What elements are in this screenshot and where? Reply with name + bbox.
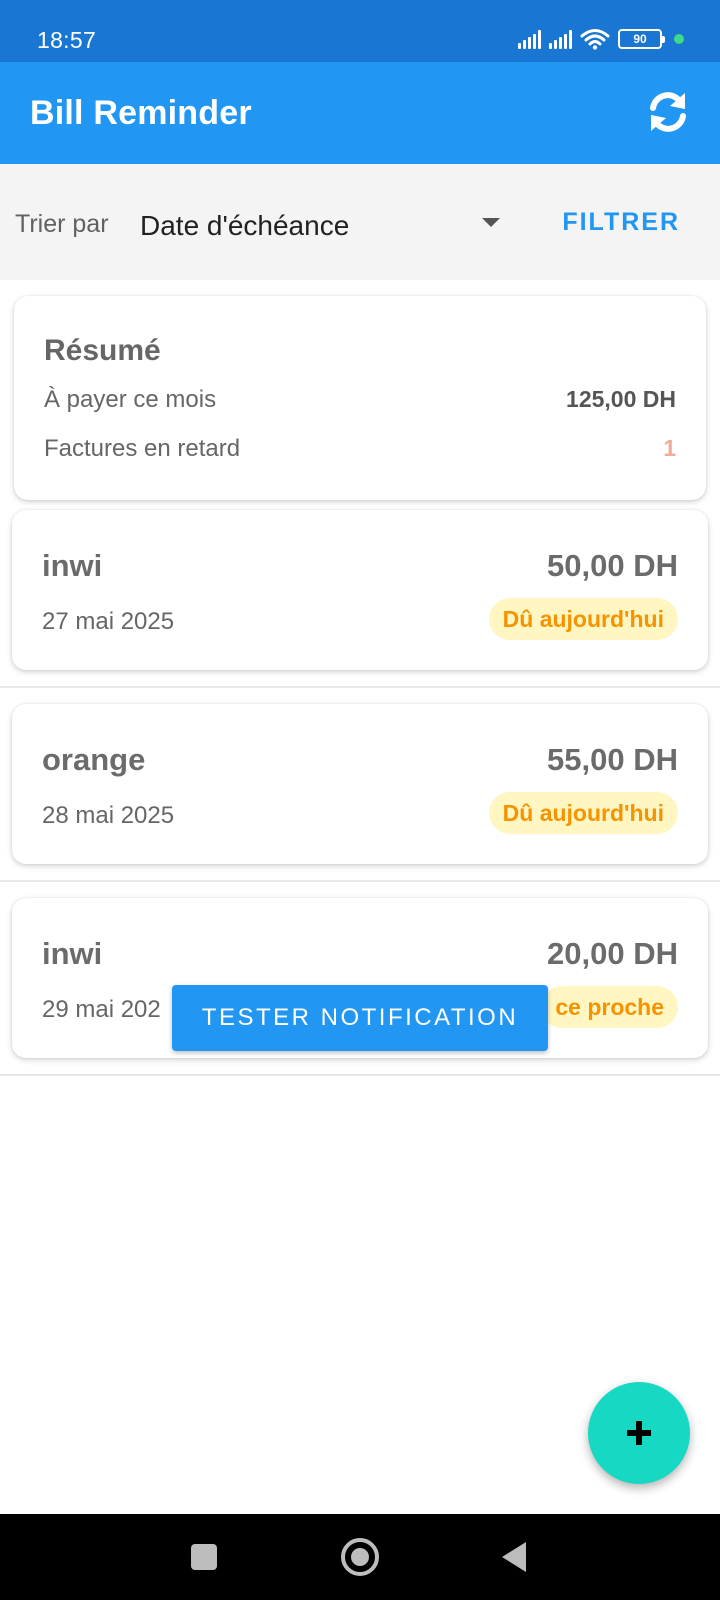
bill-due-date: 28 mai 2025 xyxy=(42,802,175,829)
battery-icon: 90 xyxy=(618,29,665,49)
test-notification-button[interactable]: TESTER NOTIFICATION xyxy=(172,985,548,1051)
sort-label: Trier par xyxy=(15,210,109,238)
summary-title: Résumé xyxy=(44,334,161,367)
app-bar: Bill Reminder xyxy=(0,62,720,164)
signal-icon xyxy=(518,29,541,49)
bill-amount: 20,00 DH xyxy=(547,936,678,971)
status-time: 18:57 xyxy=(37,27,97,53)
late-bills-count: 1 xyxy=(663,435,676,461)
status-badge: Dû aujourd'hui xyxy=(488,792,678,834)
sort-selected-value: Date d'échéance xyxy=(140,210,350,241)
to-pay-label: À payer ce mois xyxy=(44,386,217,413)
bill-name: inwi xyxy=(42,936,103,971)
status-bar: 18:57 90 xyxy=(0,0,720,62)
divider xyxy=(0,1074,720,1076)
bill-name: orange xyxy=(42,742,146,777)
plus-icon xyxy=(627,1421,651,1445)
refresh-icon xyxy=(650,92,686,132)
status-badge: ce proche xyxy=(541,986,678,1028)
battery-level: 90 xyxy=(633,32,647,46)
signal-icon xyxy=(549,29,572,49)
filter-button[interactable]: FILTRER xyxy=(562,208,680,237)
sort-dropdown[interactable]: Date d'échéance xyxy=(140,196,500,248)
bill-amount: 50,00 DH xyxy=(547,548,678,583)
bill-amount: 55,00 DH xyxy=(547,742,678,777)
to-pay-value: 125,00 DH xyxy=(566,386,676,412)
bill-card[interactable]: inwi 50,00 DH 27 mai 2025 Dû aujourd'hui xyxy=(12,510,708,670)
status-icons: 90 xyxy=(518,28,684,50)
recents-icon[interactable] xyxy=(191,1544,217,1570)
back-icon[interactable] xyxy=(502,1542,526,1572)
wifi-icon xyxy=(580,29,610,50)
add-bill-button[interactable] xyxy=(588,1382,690,1484)
bill-name: inwi xyxy=(42,548,103,583)
bill-due-date: 29 mai 202 xyxy=(42,996,161,1023)
late-bills-label: Factures en retard xyxy=(44,435,241,462)
divider xyxy=(0,880,720,882)
home-icon[interactable] xyxy=(341,1538,379,1576)
app-title: Bill Reminder xyxy=(30,94,252,132)
bill-due-date: 27 mai 2025 xyxy=(42,608,175,635)
status-badge: Dû aujourd'hui xyxy=(488,598,678,640)
summary-card: Résumé À payer ce mois 125,00 DH Facture… xyxy=(14,296,706,500)
system-nav-bar xyxy=(0,1514,720,1600)
refresh-button[interactable] xyxy=(642,86,694,138)
bill-card[interactable]: orange 55,00 DH 28 mai 2025 Dû aujourd'h… xyxy=(12,704,708,864)
divider xyxy=(0,686,720,688)
dropdown-arrow-icon xyxy=(482,218,500,227)
dot-indicator xyxy=(674,34,684,44)
sort-bar: Trier par Date d'échéance FILTRER xyxy=(0,164,720,280)
